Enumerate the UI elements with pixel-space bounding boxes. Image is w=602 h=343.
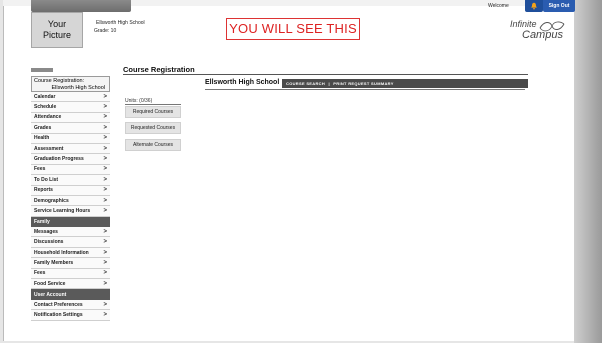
chevron-right-icon: > [103,114,107,121]
chevron-right-icon: > [103,239,107,246]
print-request-summary-link[interactable]: PRINT REQUEST SUMMARY [333,81,393,86]
sidebar-item-label: Assessment [34,145,64,152]
sidebar-item-messages[interactable]: Messages > [31,227,110,238]
sidebar-item-label: Attendance [34,114,62,121]
school-divider [205,89,525,90]
sidebar-item-calendar[interactable]: Calendar > [31,92,110,103]
infinite-campus-logo: Infinite Campus [510,19,566,47]
photo-label-line2: Picture [42,30,71,40]
chevron-right-icon: > [103,249,107,256]
chevron-right-icon: > [103,311,107,318]
notifications-button[interactable] [525,0,543,12]
chevron-right-icon: > [103,124,107,131]
chevron-right-icon: > [103,93,107,100]
sidebar-item-family-fees[interactable]: Fees > [31,268,110,280]
page-title: Course Registration [123,65,195,74]
sidebar-item-label: Service Learning Hours [34,207,91,214]
title-divider [123,74,528,75]
school-name: Ellsworth High School [205,79,280,86]
sidebar-section-user-account: User Account [31,289,110,300]
chevron-right-icon: > [103,156,107,163]
sidebar-item-label: Reports [34,187,53,194]
sidebar-item-label: Messages [34,228,58,235]
sidebar-item-label: Notification Settings [34,311,83,318]
photo-label-line1: Your [47,19,67,29]
sidebar-header-bar [31,68,53,72]
sidebar-item-label: Health [34,135,50,142]
sidebar-item-graduation-progress[interactable]: Graduation Progress > [31,154,110,165]
chevron-right-icon: > [103,197,107,204]
sidebar-item-demographics[interactable]: Demographics > [31,195,110,207]
sidebar-title-line2: Ellsworth High School [51,84,106,91]
sidebar-item-label: Fees [34,270,46,277]
sidebar-item-label: Calendar [34,93,56,100]
sidebar-item-label: Household Information [34,249,89,256]
sidebar-item-notification-settings[interactable]: Notification Settings > [31,310,110,321]
sidebar-item-label: Discussions [34,239,64,246]
alternate-courses-button[interactable]: Alternate Courses [125,139,181,151]
student-school: Ellsworth High School [96,20,145,26]
sidebar-item-attendance[interactable]: Attendance > [31,112,110,124]
student-grade: Grade: 10 [94,28,117,34]
sidebar-item-label: Grades [34,124,52,131]
sidebar-item-grades[interactable]: Grades > [31,123,110,134]
profile-tab[interactable] [31,0,131,12]
chevron-right-icon: > [103,270,107,277]
sidebar-item-service-learning-hours[interactable]: Service Learning Hours > [31,206,110,217]
chevron-right-icon: > [103,135,107,142]
sidebar-item-family-members[interactable]: Family Members > [31,258,110,269]
nav-separator: | [328,81,330,86]
sidebar: Course Registration: Ellsworth High Scho… [31,68,110,321]
sidebar-item-todo-list[interactable]: To Do List > [31,175,110,186]
sidebar-item-label: Schedule [34,104,57,111]
sidebar-item-reports[interactable]: Reports > [31,185,110,196]
sidebar-section-family: Family [31,216,110,228]
sidebar-item-health[interactable]: Health > [31,133,110,144]
sidebar-item-label: Food Service [34,280,66,287]
student-photo: Your Picture [31,12,83,48]
sidebar-item-schedule[interactable]: Schedule > [31,102,110,113]
chevron-right-icon: > [103,280,107,287]
sidebar-item-label: Contact Preferences [34,301,83,308]
registration-nav: COURSE SEARCH | PRINT REQUEST SUMMARY [282,79,528,88]
sidebar-item-food-service[interactable]: Food Service > [31,279,110,290]
chevron-right-icon: > [103,104,107,111]
announcement-box: YOU WILL SEE THIS [226,18,360,40]
sidebar-course-registration[interactable]: Course Registration: Ellsworth High Scho… [31,76,110,92]
sidebar-item-fees[interactable]: Fees > [31,164,110,176]
chevron-right-icon: > [103,166,107,173]
sidebar-item-label: Graduation Progress [34,156,84,163]
logo-text-infinite: Infinite [510,19,537,29]
sidebar-item-label: Demographics [34,197,69,204]
bell-icon [531,2,537,10]
school-header: Ellsworth High School COURSE SEARCH | PR… [205,79,528,88]
sidebar-item-contact-preferences[interactable]: Contact Preferences > [31,299,110,311]
sidebar-item-household-information[interactable]: Household Information > [31,247,110,259]
course-search-link[interactable]: COURSE SEARCH [286,81,325,86]
sidebar-title-line1: Course Registration: [34,78,85,84]
sidebar-item-discussions[interactable]: Discussions > [31,237,110,248]
requested-courses-button[interactable]: Requested Courses [125,122,181,134]
chevron-right-icon: > [103,176,107,183]
sidebar-item-assessment[interactable]: Assessment > [31,143,110,155]
chevron-right-icon: > [103,228,107,235]
chevron-right-icon: > [103,301,107,308]
chevron-right-icon: > [103,259,107,266]
chevron-right-icon: > [103,207,107,214]
sign-out-button[interactable]: Sign Out [543,0,575,12]
units-divider [125,104,181,105]
welcome-text: Welcome [488,3,509,9]
sidebar-item-label: Family Members [34,259,74,266]
logo-text-campus: Campus [522,29,563,41]
sidebar-item-label: Fees [34,166,46,173]
required-courses-button[interactable]: Required Courses [125,106,181,118]
window-edge [574,0,602,343]
chevron-right-icon: > [103,187,107,194]
sidebar-item-label: To Do List [34,176,59,183]
chevron-right-icon: > [103,145,107,152]
